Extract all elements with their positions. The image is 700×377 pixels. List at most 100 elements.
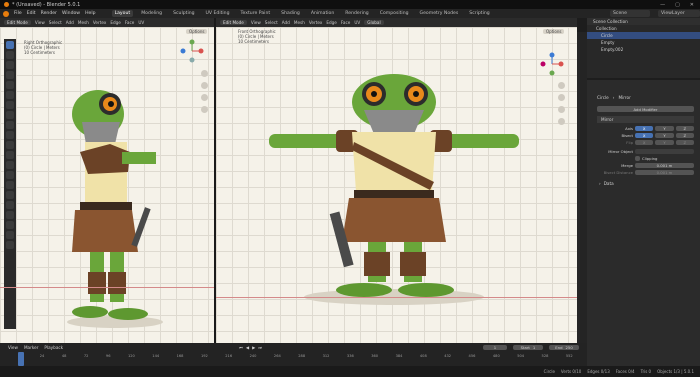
merge-value-field[interactable]: 0.001 m [635, 163, 694, 168]
scale-tool-icon[interactable] [6, 81, 14, 89]
left-nav-gizmo[interactable] [180, 39, 204, 63]
bevel-tool-icon[interactable] [6, 151, 14, 159]
jump-end-icon[interactable]: ⏭ [258, 345, 262, 350]
knife-tool-icon[interactable] [6, 171, 14, 179]
left-viewport[interactable]: Right Orthographic (0) Circle | Meters 1… [0, 27, 214, 343]
play-icon[interactable]: ▶ [252, 345, 255, 350]
playhead[interactable] [18, 352, 24, 366]
transform-tool-icon[interactable] [6, 91, 14, 99]
right-menu-add[interactable]: Add [282, 20, 290, 25]
inset-tool-icon[interactable] [6, 141, 14, 149]
left-mode-selector[interactable]: Edit Mode [4, 20, 31, 25]
blender-menu-icon[interactable] [3, 10, 9, 17]
viewport-sidebar-tabs[interactable] [577, 32, 587, 343]
tab-shading[interactable]: Shading [278, 10, 303, 17]
current-frame-field[interactable]: 1 [483, 345, 507, 350]
menu-window[interactable]: Window [62, 11, 80, 16]
bisect-z-toggle[interactable]: Z [675, 133, 694, 138]
end-frame-field[interactable]: End 250 [549, 345, 579, 350]
edge-slide-tool-icon[interactable] [6, 211, 14, 219]
measure-tool-icon[interactable] [6, 111, 14, 119]
left-ortho-icon[interactable] [201, 106, 208, 113]
left-menu-uv[interactable]: UV [138, 20, 144, 25]
left-options-button[interactable]: Options [186, 29, 208, 34]
maximize-button[interactable]: ▢ [675, 2, 680, 8]
left-zoom-icon[interactable] [201, 70, 208, 77]
flip-z-toggle[interactable]: Z [675, 140, 694, 145]
timeline-menu-marker[interactable]: Marker [24, 345, 38, 350]
outliner-item-empty-002[interactable]: Empty.002 [587, 46, 700, 53]
transform-orientation-selector[interactable]: Global [364, 20, 384, 25]
right-menu-vertex[interactable]: Vertex [309, 20, 322, 25]
select-box-tool-icon[interactable] [6, 41, 14, 49]
data-subpanel[interactable]: › Data [597, 180, 694, 187]
tab-texture-paint[interactable]: Texture Paint [238, 10, 274, 17]
right-menu-face[interactable]: Face [341, 20, 350, 25]
timeline-menu-playback[interactable]: Playback [44, 345, 63, 350]
start-frame-field[interactable]: Start 1 [513, 345, 543, 350]
tab-uv-editing[interactable]: UV Editing [203, 10, 233, 17]
tab-sculpting[interactable]: Sculpting [170, 10, 197, 17]
right-nav-gizmo[interactable] [540, 52, 564, 76]
bisect-x-toggle[interactable]: X [635, 133, 654, 138]
left-menu-view[interactable]: View [35, 20, 45, 25]
right-menu-edge[interactable]: Edge [326, 20, 337, 25]
outliner-item-circle[interactable]: Circle [587, 32, 700, 39]
right-options-button[interactable]: Options [543, 29, 565, 34]
bisect-distance-field[interactable]: 0.001 m [635, 170, 694, 175]
rip-tool-icon[interactable] [6, 241, 14, 249]
right-camera-icon[interactable] [558, 106, 565, 113]
move-tool-icon[interactable] [6, 61, 14, 69]
flip-y-toggle[interactable]: Y [655, 140, 674, 145]
left-menu-select[interactable]: Select [49, 20, 62, 25]
right-menu-uv[interactable]: UV [354, 20, 360, 25]
poly-build-tool-icon[interactable] [6, 181, 14, 189]
rotate-tool-icon[interactable] [6, 71, 14, 79]
right-menu-mesh[interactable]: Mesh [294, 20, 305, 25]
left-menu-mesh[interactable]: Mesh [78, 20, 89, 25]
mirror-object-field[interactable] [635, 149, 694, 154]
timeline-ruler[interactable]: 1244872961201441681922162402642883123363… [0, 352, 587, 359]
add-modifier-button[interactable]: Add Modifier [597, 106, 694, 112]
add-cube-tool-icon[interactable] [6, 121, 14, 129]
right-menu-select[interactable]: Select [265, 20, 278, 25]
clipping-checkbox[interactable] [635, 156, 640, 161]
tab-scripting[interactable]: Scripting [466, 10, 492, 17]
jump-start-icon[interactable]: ⏮ [239, 345, 243, 350]
axis-x-toggle[interactable]: X [635, 126, 654, 131]
left-camera-icon[interactable] [201, 94, 208, 101]
modifier-name[interactable]: Mirror [601, 117, 613, 122]
right-pan-icon[interactable] [558, 94, 565, 101]
tab-compositing[interactable]: Compositing [377, 10, 412, 17]
left-menu-add[interactable]: Add [66, 20, 74, 25]
menu-render[interactable]: Render [41, 11, 57, 16]
right-menu-view[interactable]: View [251, 20, 261, 25]
minimize-button[interactable]: — [660, 2, 665, 8]
axis-y-toggle[interactable]: Y [655, 126, 674, 131]
right-zoom-icon[interactable] [558, 82, 565, 89]
annotate-tool-icon[interactable] [6, 101, 14, 109]
tab-animation[interactable]: Animation [308, 10, 337, 17]
menu-file[interactable]: File [14, 11, 22, 16]
tab-modeling[interactable]: Modeling [138, 10, 165, 17]
right-mode-selector[interactable]: Edit Mode [220, 20, 247, 25]
cursor-tool-icon[interactable] [6, 51, 14, 59]
shrink-tool-icon[interactable] [6, 221, 14, 229]
left-menu-edge[interactable]: Edge [110, 20, 121, 25]
bisect-y-toggle[interactable]: Y [655, 133, 674, 138]
axis-z-toggle[interactable]: Z [675, 126, 694, 131]
left-pan-icon[interactable] [201, 82, 208, 89]
tab-geometry-nodes[interactable]: Geometry Nodes [417, 10, 462, 17]
tab-layout[interactable]: Layout [111, 10, 134, 17]
shear-tool-icon[interactable] [6, 231, 14, 239]
menu-help[interactable]: Help [85, 11, 95, 16]
right-viewport[interactable]: Front Orthographic (0) Circle | Meters 1… [216, 27, 577, 343]
outliner-item-collection[interactable]: Collection [587, 25, 700, 32]
flip-x-toggle[interactable]: X [635, 140, 654, 145]
timeline-menu-view[interactable]: View [8, 345, 18, 350]
menu-edit[interactable]: Edit [27, 11, 36, 16]
left-menu-face[interactable]: Face [125, 20, 134, 25]
extrude-tool-icon[interactable] [6, 131, 14, 139]
play-reverse-icon[interactable]: ◀ [246, 345, 249, 350]
outliner-item-empty[interactable]: Empty [587, 39, 700, 46]
